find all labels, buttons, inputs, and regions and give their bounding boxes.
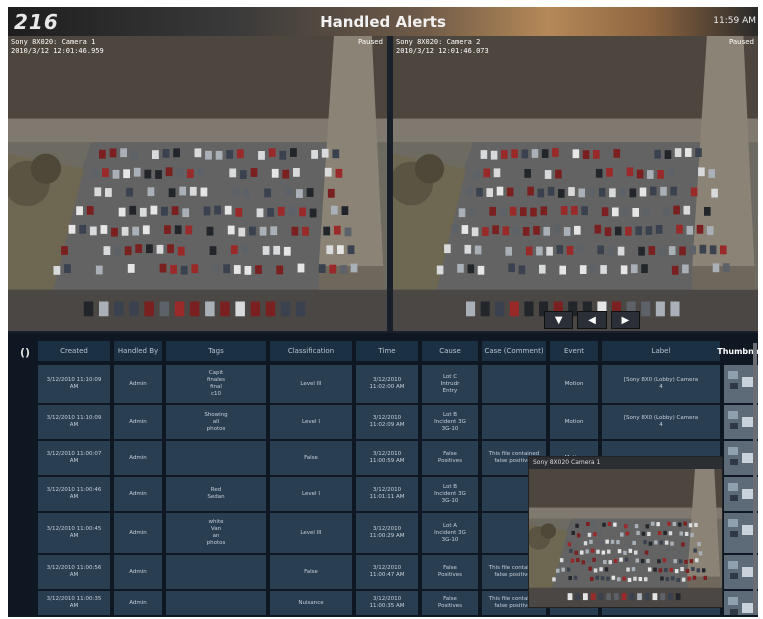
table-cell-created[interactable]: 3/12/2010 11:00:45 AM <box>38 513 110 553</box>
camera-preview-popup[interactable]: Sony 8X020 Camera 1 <box>528 456 723 608</box>
table-cell-created[interactable]: 3/12/2010 11:00:07 AM <box>38 441 110 475</box>
next-button[interactable]: ▶ <box>610 311 640 329</box>
table-cell-class[interactable]: False <box>270 555 352 589</box>
table-cell-created[interactable]: 3/12/2010 11:00:35 AM <box>38 591 110 615</box>
video-panel-camera-1[interactable]: Sony 8X020: Camera 1 2010/3/12 12:01:46.… <box>8 36 387 331</box>
table-cell-time[interactable]: 3/12/2010 11:00:29 AM <box>356 513 418 553</box>
table-cell-by[interactable]: Admin <box>114 441 162 475</box>
camera-1-name: Sony 8X020: Camera 1 <box>11 38 96 46</box>
table-cell-event[interactable]: Motion <box>550 365 598 403</box>
table-cell-time[interactable]: 3/12/2010 11:02:09 AM <box>356 405 418 439</box>
table-cell-time[interactable]: 3/12/2010 11:02:00 AM <box>356 365 418 403</box>
table-cell-tags[interactable]: Showing all photos <box>166 405 266 439</box>
table-cell-tags[interactable] <box>166 555 266 589</box>
app-window: 216 Handled Alerts 11:59 AM Sony 8X020: … <box>8 7 758 617</box>
table-cell-time[interactable]: 3/12/2010 11:00:35 AM <box>356 591 418 615</box>
table-cell-cause[interactable]: False Positives <box>422 555 478 589</box>
video-panel-camera-2[interactable]: Sony 8X020: Camera 2 2010/3/12 12:01:46.… <box>393 36 758 331</box>
table-cell-cause[interactable]: Lot B Incident 3G 3G-10 <box>422 405 478 439</box>
column-header[interactable]: Created <box>38 341 110 361</box>
page-title: Handled Alerts <box>320 13 446 31</box>
clock: 11:59 AM <box>713 16 756 26</box>
parking-lot-image-1 <box>8 36 387 331</box>
table-cell-class[interactable]: False <box>270 441 352 475</box>
video-controls: ▼ ◀ ▶ <box>544 311 640 329</box>
column-header[interactable]: Event <box>550 341 598 361</box>
table-cell-class[interactable]: Level I <box>270 405 352 439</box>
table-cell-event[interactable]: Motion <box>550 405 598 439</box>
table-cell-tags[interactable] <box>166 441 266 475</box>
table-cell-tags[interactable]: Capit finales final c10 <box>166 365 266 403</box>
refresh-icon[interactable]: () <box>20 346 30 359</box>
table-cell-cause[interactable]: Lot B Incident 3G 3G-10 <box>422 477 478 511</box>
table-cell-label[interactable]: [Sony 8X0 (Lobby) Camera 4 <box>602 365 720 403</box>
table-cell-tags[interactable] <box>166 591 266 615</box>
table-cell-tags[interactable]: white Van an photos <box>166 513 266 553</box>
camera-1-status: Paused <box>357 38 383 46</box>
table-cell-comment[interactable] <box>482 405 546 439</box>
table-cell-class[interactable]: Level III <box>270 365 352 403</box>
column-header[interactable]: Tags <box>166 341 266 361</box>
table-cell-cause[interactable]: Lot C Intrudr Entry <box>422 365 478 403</box>
table-cell-time[interactable]: 3/12/2010 11:00:59 AM <box>356 441 418 475</box>
table-cell-by[interactable]: Admin <box>114 513 162 553</box>
title-bar: 216 Handled Alerts 11:59 AM <box>8 7 758 36</box>
table-cell-by[interactable]: Admin <box>114 405 162 439</box>
collapse-button[interactable]: ▼ <box>544 311 574 329</box>
camera-2-label: Sony 8X020: Camera 2 2010/3/12 12:01:46.… <box>396 38 489 56</box>
table-cell-cause[interactable]: False Positives <box>422 591 478 615</box>
popup-title: Sony 8X020 Camera 1 <box>529 457 722 469</box>
table-cell-label[interactable]: [Sony 8X0 (Lobby) Camera 4 <box>602 405 720 439</box>
table-cell-time[interactable]: 3/12/2010 11:01:11 AM <box>356 477 418 511</box>
table-cell-time[interactable]: 3/12/2010 11:00:47 AM <box>356 555 418 589</box>
scrollbar[interactable] <box>753 343 757 613</box>
previous-button[interactable]: ◀ <box>577 311 607 329</box>
table-cell-class[interactable]: Level III <box>270 513 352 553</box>
camera-2-status: Paused <box>728 38 754 46</box>
column-header[interactable]: Cause <box>422 341 478 361</box>
table-cell-created[interactable]: 3/12/2010 11:10:09 AM <box>38 405 110 439</box>
popup-parking-lot-image <box>529 469 722 607</box>
table-cell-by[interactable]: Admin <box>114 555 162 589</box>
column-header[interactable]: Label <box>602 341 720 361</box>
parking-lot-image-2 <box>393 36 758 331</box>
table-cell-by[interactable]: Admin <box>114 477 162 511</box>
column-header[interactable]: Classification <box>270 341 352 361</box>
table-cell-tags[interactable]: Red Sedan <box>166 477 266 511</box>
table-cell-created[interactable]: 3/12/2010 11:00:56 AM <box>38 555 110 589</box>
camera-1-label: Sony 8X020: Camera 1 2010/3/12 12:01:46.… <box>11 38 104 56</box>
column-header[interactable]: Handled By <box>114 341 162 361</box>
table-cell-class[interactable]: Nuisance <box>270 591 352 615</box>
camera-2-name: Sony 8X020: Camera 2 <box>396 38 481 46</box>
column-header[interactable]: Case (Comment) <box>482 341 546 361</box>
table-cell-created[interactable]: 3/12/2010 11:00:46 AM <box>38 477 110 511</box>
table-cell-created[interactable]: 3/12/2010 11:10:09 AM <box>38 365 110 403</box>
table-cell-by[interactable]: Admin <box>114 365 162 403</box>
table-cell-cause[interactable]: Lot A Incident 3G 3G-10 <box>422 513 478 553</box>
table-cell-class[interactable]: Level I <box>270 477 352 511</box>
camera-1-datetime: 2010/3/12 12:01:46.959 <box>11 47 104 55</box>
camera-2-datetime: 2010/3/12 12:01:46.073 <box>396 47 489 55</box>
table-cell-cause[interactable]: False Positives <box>422 441 478 475</box>
table-cell-comment[interactable] <box>482 365 546 403</box>
column-header[interactable]: Time <box>356 341 418 361</box>
table-cell-by[interactable]: Admin <box>114 591 162 615</box>
